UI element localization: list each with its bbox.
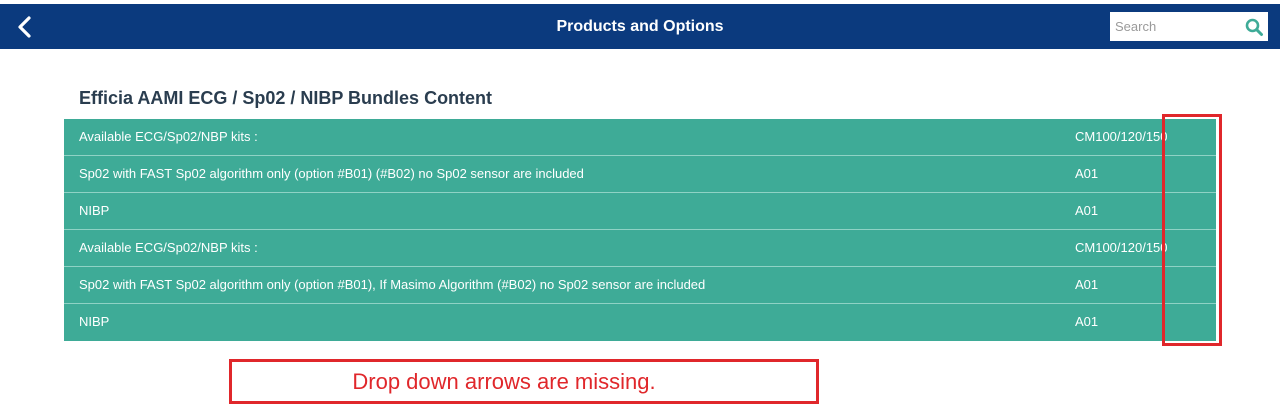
item-name: Available ECG/Sp02/NBP kits : <box>79 129 258 144</box>
item-name: Available ECG/Sp02/NBP kits : <box>79 240 258 255</box>
item-name: NIBP <box>79 314 110 329</box>
item-code: A01 <box>1075 203 1099 218</box>
item-name: NIBP <box>79 203 110 218</box>
back-button[interactable] <box>10 12 40 42</box>
app-header: Products and Options <box>0 4 1280 49</box>
page-title: Products and Options <box>556 18 724 35</box>
item-code: A01 <box>1075 166 1099 181</box>
item-name: Sp02 with FAST Sp02 algorithm only (opti… <box>79 166 584 181</box>
item-name: Sp02 with FAST Sp02 algorithm only (opti… <box>79 277 706 292</box>
list-item[interactable]: Available ECG/Sp02/NBP kits : CM100/120/… <box>64 119 1216 156</box>
list-item[interactable]: Sp02 with FAST Sp02 algorithm only (opti… <box>64 267 1216 304</box>
list-item[interactable]: NIBP A01 <box>64 304 1216 341</box>
annotation-note: Drop down arrows are missing. <box>229 359 819 404</box>
list-item[interactable]: Sp02 with FAST Sp02 algorithm only (opti… <box>64 156 1216 193</box>
list-item[interactable]: Available ECG/Sp02/NBP kits : CM100/120/… <box>64 230 1216 267</box>
item-code: A01 <box>1075 277 1099 292</box>
annotation-note-text: Drop down arrows are missing. <box>352 369 656 394</box>
chevron-left-icon <box>18 16 31 38</box>
item-code: CM100/120/150 <box>1075 129 1168 144</box>
item-code: CM100/120/150 <box>1075 240 1168 255</box>
search-input[interactable] <box>1110 12 1245 41</box>
search-icon[interactable] <box>1244 17 1264 37</box>
list-item[interactable]: NIBP A01 <box>64 193 1216 230</box>
bundle-content-list: Available ECG/Sp02/NBP kits : CM100/120/… <box>64 119 1216 341</box>
section-title: Efficia AAMI ECG / Sp02 / NIBP Bundles C… <box>79 88 493 108</box>
search-box[interactable] <box>1110 12 1268 41</box>
item-code: A01 <box>1075 314 1099 329</box>
